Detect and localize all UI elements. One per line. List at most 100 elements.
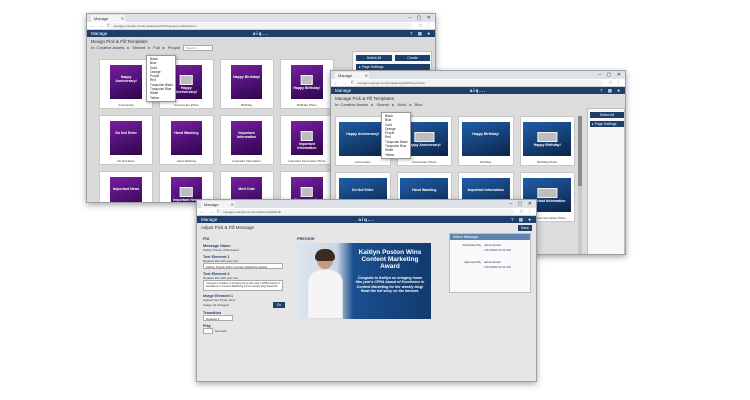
image-row: Image not changed Go xyxy=(203,302,285,308)
template-card[interactable]: Important Information Important Informati… xyxy=(279,115,334,165)
browser-menu-icon[interactable]: ☆ ⋮ xyxy=(418,22,432,30)
template-text: Do Not Enter xyxy=(352,188,374,193)
url-field[interactable]: manage.example.com/templates/pickfill?co… xyxy=(353,80,603,86)
browser-tab[interactable]: Manage ✕ xyxy=(91,15,125,22)
close-tab-icon[interactable]: ✕ xyxy=(365,72,368,79)
window-controls[interactable]: – ▢ ✕ xyxy=(599,71,623,79)
tab-strip: Manage ✕ – ▢ ✕ xyxy=(87,14,435,22)
close-tab-icon[interactable]: ✕ xyxy=(121,15,124,22)
breadcrumb: In: Creative Assets ▸ Shared ▸ Work ▸ Blue xyxy=(335,102,423,107)
header-icons[interactable]: ? ▦ ● xyxy=(410,30,432,37)
info-label: Approved By xyxy=(463,260,481,264)
template-card[interactable]: Important NewsImportant News xyxy=(99,171,154,202)
breadcrumb-item[interactable]: Work xyxy=(397,102,406,107)
template-card[interactable]: Happy Birthday! Birthday Photo xyxy=(279,59,334,109)
select-all-button[interactable]: Select All xyxy=(356,55,392,61)
template-text: Important News xyxy=(112,187,140,192)
color-dropdown-menu: Black Blue Gold Orange Purple Red Turquoise Bl… xyxy=(381,112,411,159)
page-settings-row[interactable]: ▸ Page Settings xyxy=(590,121,624,127)
header-icons[interactable]: ? ▦ ● xyxy=(511,216,533,223)
app-name: Manage xyxy=(201,217,218,222)
template-text: Happy Anniversary! xyxy=(175,86,198,95)
url-field[interactable]: manage.example.com/templates/pickfill?ca… xyxy=(109,23,413,29)
template-text: Hand Washing xyxy=(174,131,199,136)
tab-strip: Manage ✕ – ▢ ✕ xyxy=(331,71,625,79)
template-text: Happy Birthday! xyxy=(472,132,500,137)
template-card[interactable]: Happy Birthday! Birthday Photo xyxy=(519,116,575,166)
close-tab-icon[interactable]: ✕ xyxy=(231,201,234,208)
info-value: 7/21/2020 11:01 AM xyxy=(484,265,511,269)
photo-placeholder-icon xyxy=(414,132,434,143)
template-thumbnail: Important Information xyxy=(230,121,263,155)
photo-placeholder-icon xyxy=(300,131,314,142)
breadcrumb-item[interactable]: Fall xyxy=(153,45,159,51)
message-name-value[interactable]: Kaitlyn Poston CMA Award xyxy=(203,248,285,252)
photo-placeholder-icon xyxy=(180,187,193,198)
go-button[interactable]: Go xyxy=(273,302,285,308)
template-caption: Anniversary Photo xyxy=(411,160,437,164)
scrollbar[interactable] xyxy=(578,116,582,254)
preview-body: Congrats to Kaitlyn on bringing home thi… xyxy=(355,276,425,294)
breadcrumb-item[interactable]: Blue xyxy=(415,102,423,107)
preview-slide: Kaitlyn Poston Wins Content Marketing Aw… xyxy=(297,243,431,319)
logo: aiq... xyxy=(358,217,375,222)
breadcrumb-item[interactable]: People xyxy=(168,45,180,51)
window-controls[interactable]: – ▢ ✕ xyxy=(510,200,534,208)
address-bar: ← → ⟳ manage.example.com/templates/pickf… xyxy=(197,208,536,216)
text-element-2-input[interactable]: Congrats to Kaitlyn on bringing home thi… xyxy=(203,280,283,291)
app-header: Manage aiq... ? ▦ ● xyxy=(87,30,435,37)
text-element-1-input[interactable]: Kaitlyn Poston Wins Content Marketing Aw… xyxy=(203,263,283,269)
template-caption: Birthday Photo xyxy=(297,103,317,107)
page-title: Manage Pick & Fill Templates xyxy=(335,96,394,101)
browser-tab[interactable]: Manage ✕ xyxy=(201,201,235,208)
template-caption: Anniversary xyxy=(354,160,371,164)
tab-title: Manage xyxy=(94,16,109,21)
photo-placeholder-icon xyxy=(180,75,193,86)
template-thumbnail: Hand Washing xyxy=(170,121,203,155)
breadcrumb-item[interactable]: Shared xyxy=(132,45,145,51)
info-label xyxy=(453,248,481,252)
info-label: Scheduled By xyxy=(462,243,481,247)
dropdown-option[interactable]: Yellow xyxy=(382,153,410,157)
breadcrumb-item[interactable]: Shared xyxy=(376,102,389,107)
play-duration-input[interactable] xyxy=(203,328,213,334)
dropdown-option[interactable]: Yellow xyxy=(147,96,175,100)
template-text: Important Information xyxy=(237,131,257,140)
breadcrumb-item[interactable]: In: Creative Assets xyxy=(91,45,124,51)
info-value: administrator xyxy=(484,260,502,264)
template-card[interactable]: Important Information Important Informati… xyxy=(219,115,274,165)
preview-headline: Kaitlyn Poston Wins Content Marketing Aw… xyxy=(358,249,422,270)
photo-body xyxy=(307,269,343,319)
app-name: Manage xyxy=(335,88,352,93)
template-caption: Hand Washing xyxy=(176,159,197,163)
template-card[interactable]: Hand Washing Hand Washing xyxy=(159,115,214,165)
app-header: Manage aiq... ? ▦ ● xyxy=(197,216,536,223)
url-field[interactable]: manage.example.com/templates/pickfill/ed… xyxy=(219,209,514,215)
template-caption: Important Information xyxy=(232,159,261,163)
tab-title: Manage xyxy=(338,73,353,78)
transition-select[interactable]: Defaults ▾ xyxy=(203,315,233,321)
breadcrumb-item[interactable]: In: Creative Assets xyxy=(335,102,368,107)
template-card[interactable]: Happy Birthday! Birthday xyxy=(458,116,514,166)
header-icons[interactable]: ? ▦ ● xyxy=(600,87,622,94)
side-panel: Select All ▸ Page Settings xyxy=(587,108,625,254)
browser-menu-icon[interactable]: ☆ ⋮ xyxy=(608,79,622,87)
template-card[interactable]: Happy Birthday! Birthday xyxy=(219,59,274,109)
search-input[interactable]: Search... xyxy=(183,45,214,51)
window-controls[interactable]: – ▢ ✕ xyxy=(409,14,433,22)
logo: aiq... xyxy=(252,31,270,36)
browser-menu-icon[interactable]: ☆ ⋮ xyxy=(519,208,533,216)
template-card[interactable]: Do Not Enter Do Not Enter xyxy=(99,115,154,165)
template-caption: Birthday xyxy=(241,103,253,107)
save-button[interactable]: Save xyxy=(518,225,532,231)
scrollbar-thumb[interactable] xyxy=(578,116,582,186)
photo-placeholder-icon xyxy=(537,188,557,199)
message-form: PIU Message Name Kaitlyn Poston CMA Awar… xyxy=(203,237,285,334)
browser-tab[interactable]: Manage ✕ xyxy=(335,72,369,79)
photo-hair xyxy=(315,249,335,261)
create-button[interactable]: Create xyxy=(395,55,430,61)
info-row: Approved By administrator xyxy=(450,252,530,264)
info-row: Scheduled By administrator xyxy=(450,240,530,247)
tab-title: Manage xyxy=(204,202,219,207)
select-all-button[interactable]: Select All xyxy=(590,112,624,118)
